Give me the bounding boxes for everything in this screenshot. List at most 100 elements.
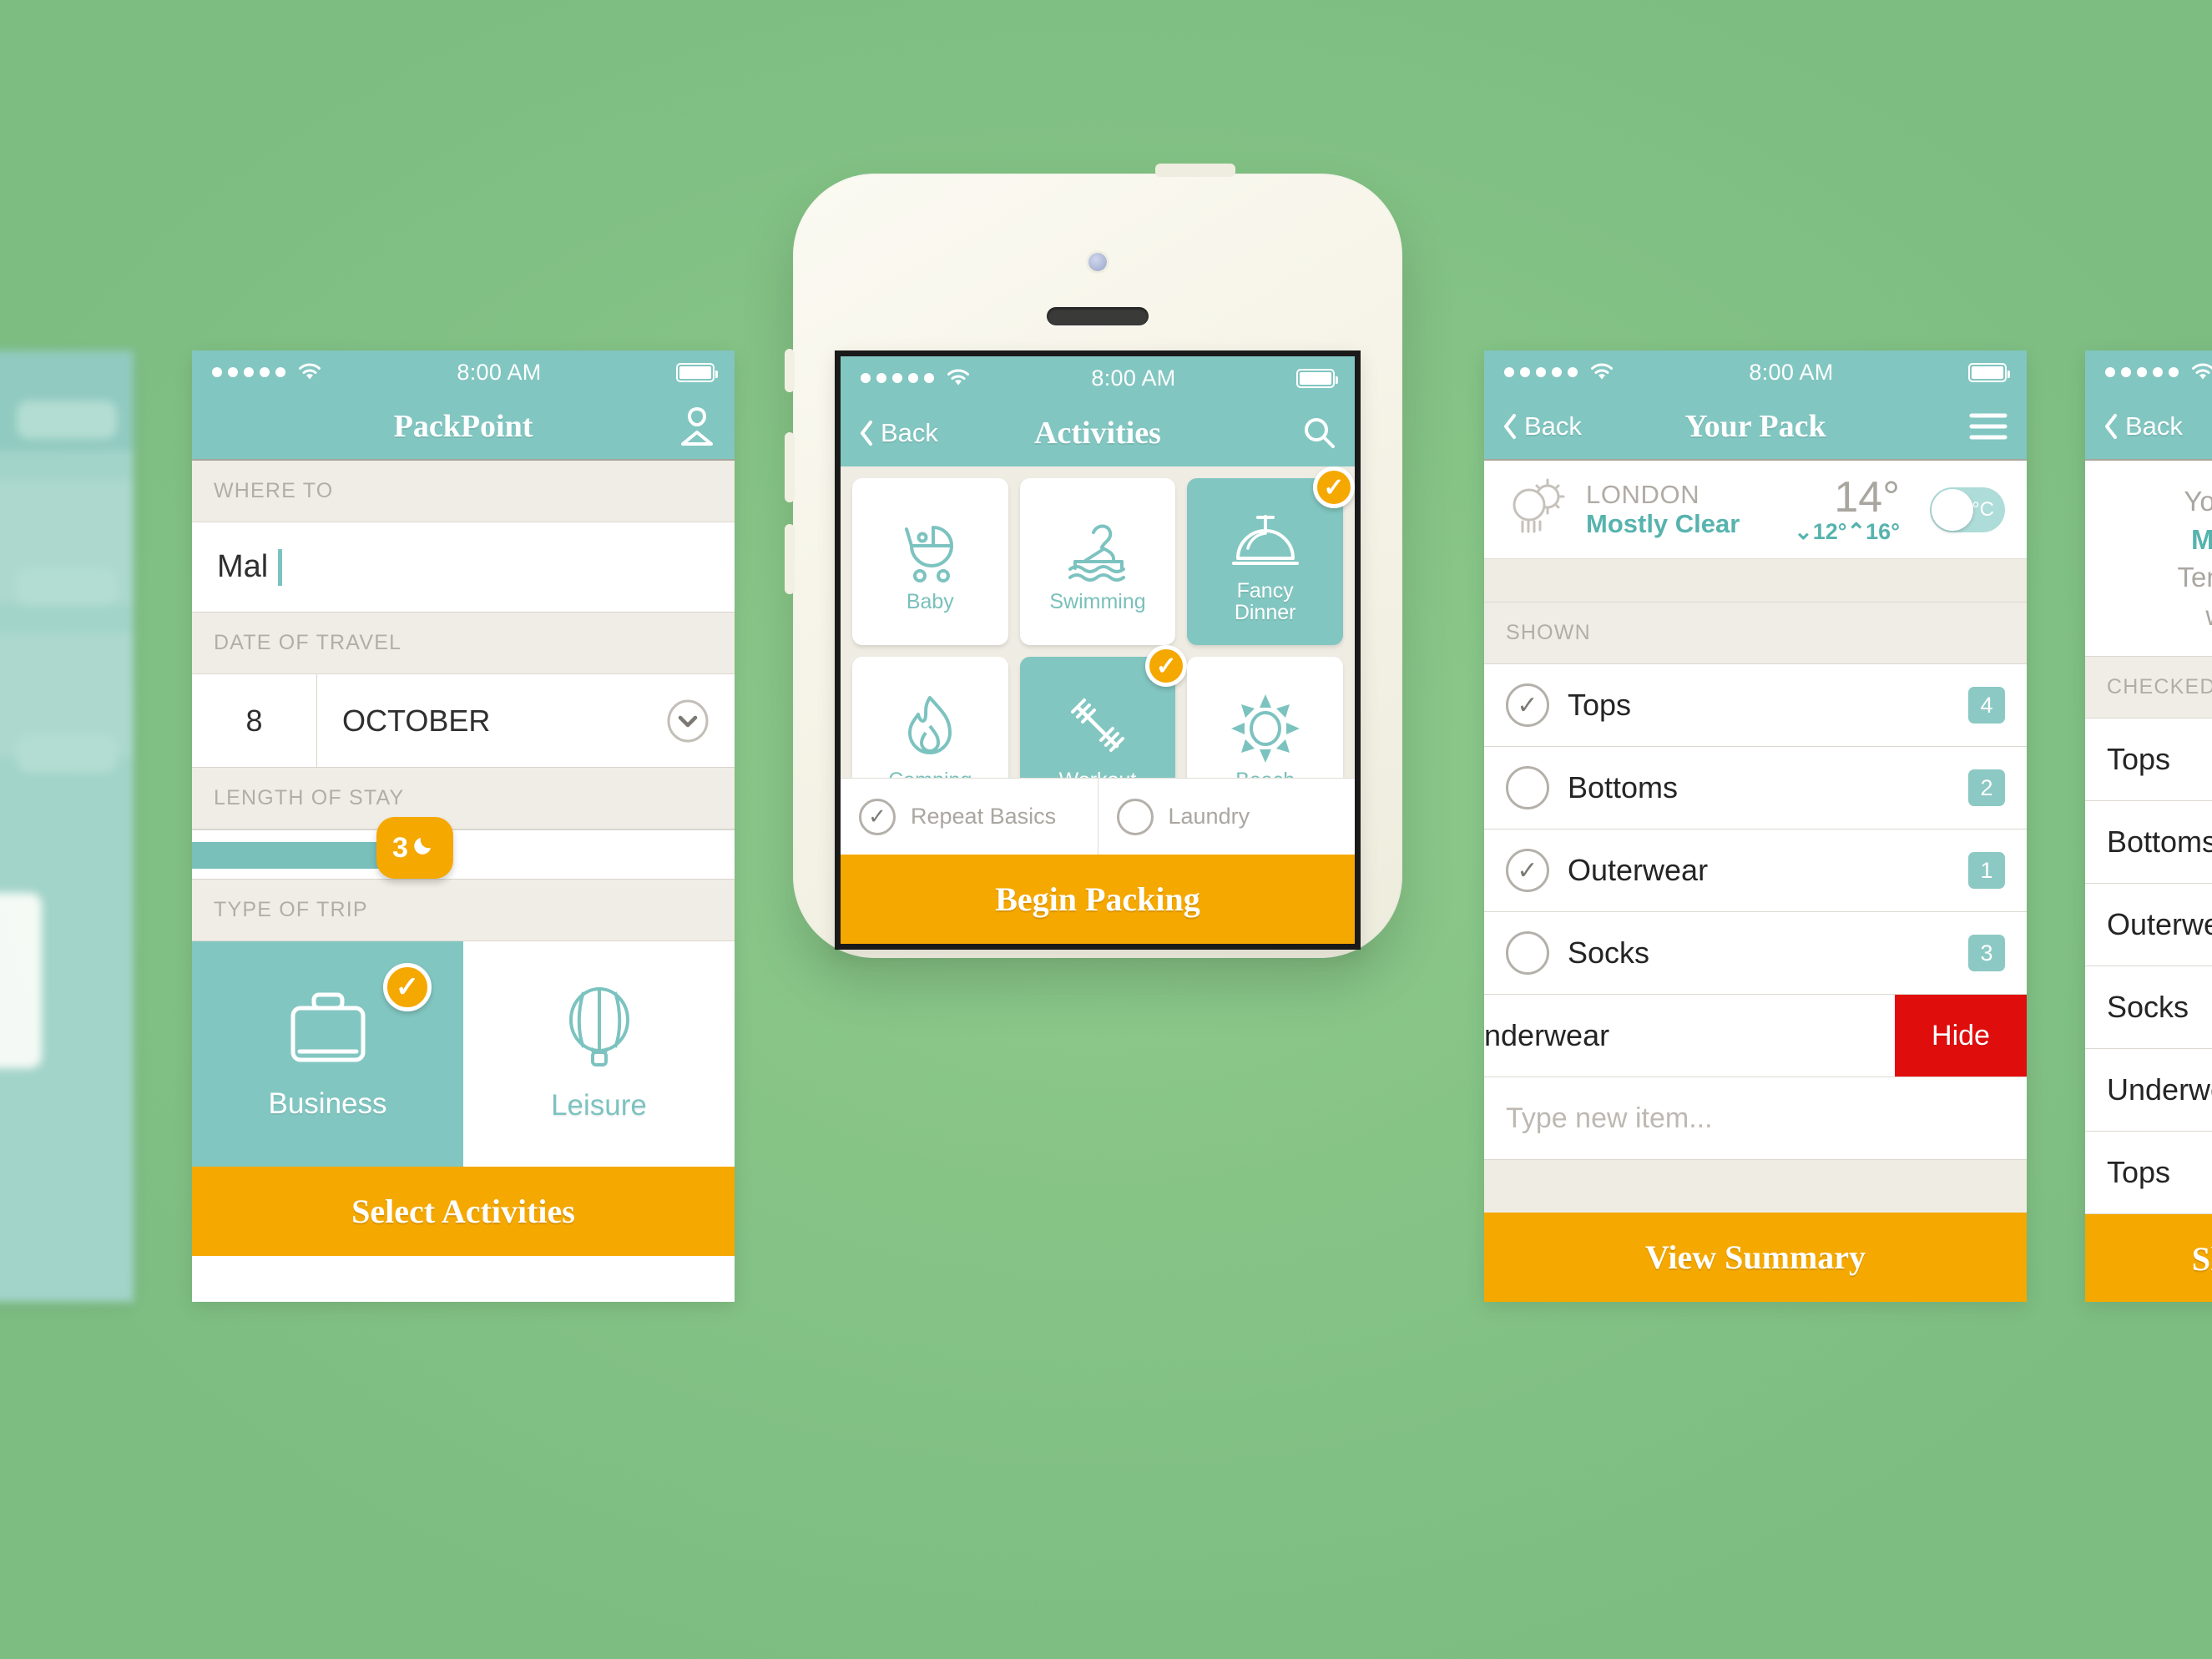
activity-card-camping[interactable]: Camping (852, 657, 1008, 778)
pack-item-name: Socks (1568, 935, 1650, 970)
search-icon[interactable] (1301, 416, 1336, 451)
pack-item-count: 4 (1968, 687, 2005, 724)
trip-type-business[interactable]: ✓ Business (192, 941, 463, 1167)
summary-row[interactable]: Underwe (2085, 1049, 2212, 1132)
empty-circle-icon (1116, 798, 1154, 835)
new-item-input[interactable]: Type new item... (1484, 1077, 2027, 1160)
toggle-label: Repeat Basics (911, 804, 1057, 829)
activity-card-baby[interactable]: Baby (852, 478, 1008, 645)
battery-icon (1296, 368, 1338, 388)
empty-circle-icon[interactable] (1506, 766, 1549, 809)
sun-icon (1230, 689, 1300, 763)
summary-note-line-1: You a (2184, 486, 2212, 517)
activities-grid: Baby Swimming ✓ Fancy Dinner ✓ (852, 466, 1355, 778)
power-button[interactable] (1155, 164, 1235, 177)
signal-dots-icon (1504, 367, 1578, 377)
back-label: Back (1524, 411, 1582, 441)
back-button[interactable]: Back (1502, 411, 1582, 441)
trip-type-leisure[interactable]: Leisure (463, 941, 735, 1167)
volume-down-button[interactable] (785, 524, 795, 594)
status-time: 8:00 AM (457, 359, 542, 385)
weather-panel[interactable]: LONDON Mostly Clear 14° ⌄12°⌃16° °C (1484, 461, 2027, 559)
status-bar: 8:00 AM (192, 350, 735, 394)
date-of-travel-row[interactable]: 8 OCTOBER (192, 674, 735, 768)
activity-label: Workout (1059, 769, 1137, 778)
begin-packing-button[interactable]: Begin Packing (841, 855, 1355, 944)
activity-card-swimming[interactable]: Swimming (1019, 478, 1176, 645)
select-activities-button[interactable]: Select Activities (192, 1167, 735, 1256)
pack-row-outerwear[interactable]: ✓ Outerwear 1 (1484, 830, 2027, 912)
left-pill-1 (17, 401, 117, 439)
check-badge-icon: ✓ (383, 963, 432, 1011)
check-circle-icon: ✓ (859, 798, 896, 835)
toggle-repeat-basics[interactable]: ✓ Repeat Basics (841, 779, 1098, 855)
date-day-value[interactable]: 8 (192, 674, 317, 767)
summary-row[interactable]: Bottoms (2085, 801, 2212, 885)
page-title: PackPoint (393, 409, 533, 444)
activity-card-fancy-dinner[interactable]: ✓ Fancy Dinner (1187, 466, 1355, 645)
back-button[interactable]: Back (859, 418, 938, 448)
hide-button[interactable]: Hide (1895, 995, 2027, 1077)
volume-up-button[interactable] (785, 432, 795, 502)
mute-switch[interactable] (785, 349, 795, 392)
share-button[interactable]: Sha (2085, 1214, 2212, 1302)
where-to-value: Mal (217, 549, 269, 584)
pack-row-underwear-swiped[interactable]: Underwear Hide (1484, 995, 2027, 1077)
weather-condition: Mostly Clear (1586, 508, 1740, 538)
pack-row-socks[interactable]: Socks 3 (1484, 912, 2027, 995)
length-of-stay-slider[interactable]: 3 (192, 817, 735, 880)
date-month-value[interactable]: OCTOBER (317, 674, 666, 767)
type-of-trip-options: ✓ Business Leisure (192, 941, 735, 1167)
status-time: 8:00 AM (1749, 359, 1834, 385)
swimmer-icon (1062, 511, 1134, 584)
pack-row-bottoms[interactable]: Bottoms 2 (1484, 747, 2027, 830)
toggle-laundry[interactable]: Laundry (1097, 779, 1356, 855)
moon-icon (412, 832, 437, 865)
back-button[interactable]: Back (2103, 411, 2183, 441)
temperature-unit-toggle[interactable]: °C (1930, 487, 2005, 532)
length-of-stay-label: LENGTH OF STAY (192, 768, 735, 830)
summary-row[interactable]: Socks (2085, 966, 2212, 1050)
hot-air-balloon-icon (556, 986, 643, 1074)
summary-row[interactable]: Tops (2085, 719, 2212, 802)
activity-label: Fancy Dinner (1234, 578, 1296, 624)
activity-card-beach[interactable]: Beach (1187, 657, 1343, 778)
campfire-icon (898, 689, 962, 763)
weather-current-temp: 14° (1834, 473, 1900, 522)
pack-item-count: 3 (1968, 935, 2005, 971)
battery-icon (676, 362, 718, 382)
activity-label: Camping (888, 769, 972, 778)
phone-screen-summary-partial: Back You a Man Tempe wi CHECKED Tops Bot… (2085, 350, 2212, 1302)
check-circle-icon[interactable]: ✓ (1506, 849, 1549, 892)
hamburger-menu-icon[interactable] (1968, 411, 2008, 441)
trip-type-leisure-label: Leisure (551, 1088, 647, 1122)
profile-icon[interactable] (678, 405, 716, 448)
shown-section-header: SHOWN (1484, 603, 2027, 664)
empty-circle-icon[interactable] (1506, 931, 1549, 975)
activities-grid-area: Baby Swimming ✓ Fancy Dinner ✓ (841, 466, 1355, 778)
check-badge-icon: ✓ (1313, 466, 1355, 508)
front-camera (1088, 253, 1107, 271)
left-pill-2 (17, 567, 117, 606)
activity-label: Beach (1235, 769, 1295, 778)
phone-screen-left-partial: ale? (0, 350, 134, 1302)
activity-card-workout[interactable]: ✓ Workout (1019, 645, 1188, 778)
check-badge-icon: ✓ (1145, 645, 1188, 687)
summary-row[interactable]: Outerwea (2085, 884, 2212, 967)
back-label: Back (2125, 411, 2183, 441)
summary-row[interactable]: Tops (2085, 1132, 2212, 1215)
status-time: 8:00 AM (1091, 365, 1176, 391)
view-summary-button[interactable]: View Summary (1484, 1213, 2027, 1302)
unit-label: °C (1972, 497, 1994, 521)
check-circle-icon[interactable]: ✓ (1506, 683, 1549, 727)
battery-icon (1968, 362, 2010, 382)
sun-cloud-rain-icon (1506, 478, 1571, 541)
chevron-down-icon[interactable] (666, 674, 735, 767)
slider-knob[interactable]: 3 (376, 817, 453, 879)
signal-dots-icon (861, 373, 934, 383)
phone-screen-your-pack: 8:00 AM Back Your Pack LONDON Mostly Cle… (1484, 350, 2027, 1302)
text-caret (278, 548, 283, 586)
pack-row-tops[interactable]: ✓ Tops 4 (1484, 664, 2027, 747)
where-to-input[interactable]: Mal (192, 522, 735, 613)
nav-bar-summary: Back (2085, 394, 2212, 461)
